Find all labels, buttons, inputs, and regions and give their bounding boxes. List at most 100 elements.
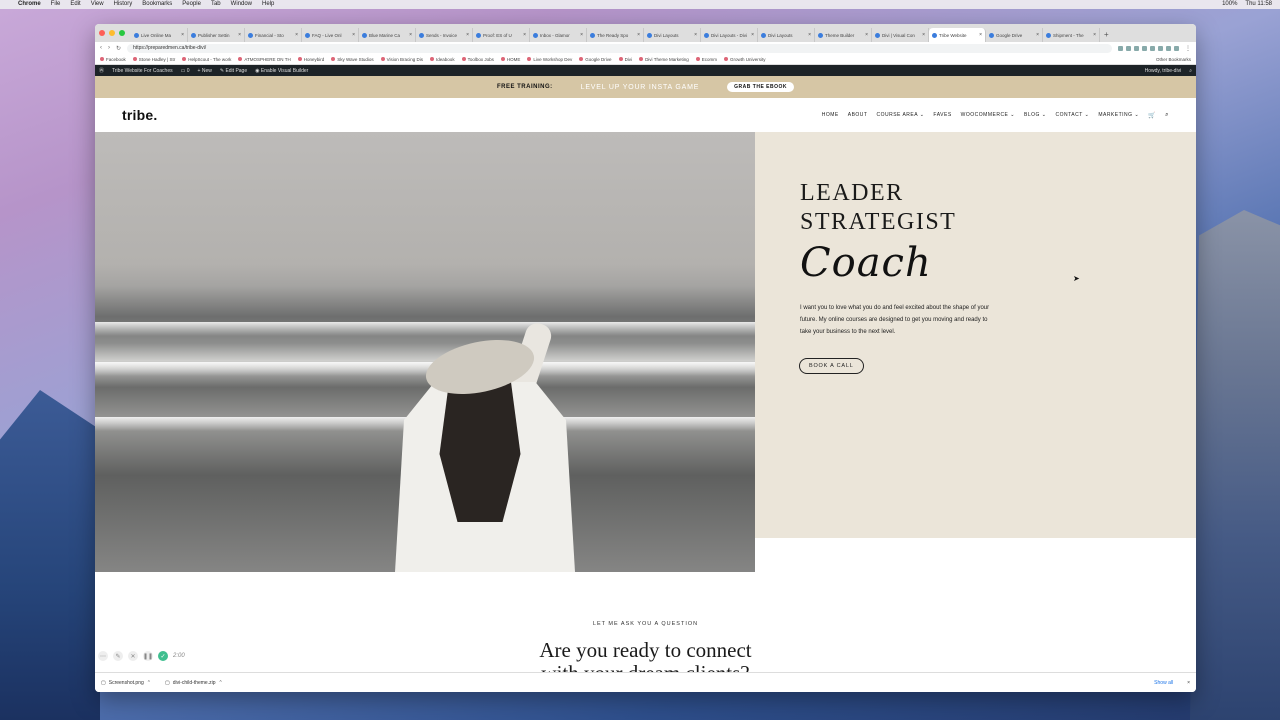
extension-icon[interactable] — [1150, 45, 1155, 51]
bookmark-item[interactable]: Divi Theme Marketing — [639, 57, 689, 62]
more-icon[interactable]: ⋯ — [98, 651, 108, 661]
wp-new[interactable]: + New — [198, 68, 212, 74]
browser-tab[interactable]: Inbox - Glamor × — [530, 28, 587, 42]
search-icon[interactable]: ⌕ — [1165, 112, 1169, 119]
pause-icon[interactable]: ❚❚ — [143, 651, 153, 661]
download-item[interactable]: ▢ Screenshot.png ⌃ — [101, 680, 151, 686]
address-bar[interactable]: https://preparedmen.ca/tribe-divi/ — [127, 43, 1112, 53]
close-downloads-icon[interactable]: × — [1187, 680, 1190, 686]
bookmark-item[interactable]: Live Workshop Dev — [527, 57, 572, 62]
browser-tab[interactable]: Divi Layouts × — [644, 28, 701, 42]
chevron-up-icon[interactable]: ⌃ — [219, 680, 223, 686]
menu-edit[interactable]: Edit — [70, 0, 80, 9]
menu-tab[interactable]: Tab — [211, 0, 221, 9]
close-tab-icon[interactable]: × — [352, 32, 355, 38]
close-window-button[interactable] — [99, 30, 105, 36]
download-item[interactable]: ▢ divi-child-theme.zip ⌃ — [165, 680, 223, 686]
extension-icon[interactable] — [1134, 45, 1139, 51]
wp-visual-builder[interactable]: ◉ Enable Visual Builder — [255, 68, 308, 74]
wp-comments[interactable]: ▭ 0 — [181, 68, 190, 74]
bookmark-item[interactable]: Google Drive — [579, 57, 612, 62]
browser-tab[interactable]: Sends - Invoice × — [416, 28, 473, 42]
nav-faves[interactable]: FAVES — [933, 112, 951, 118]
close-tab-icon[interactable]: × — [181, 32, 184, 38]
search-icon[interactable]: ⌕ — [1189, 68, 1192, 74]
close-tab-icon[interactable]: × — [694, 32, 697, 38]
browser-tab[interactable]: Shipment - The × — [1043, 28, 1100, 42]
draw-icon[interactable]: ✎ — [113, 651, 123, 661]
other-bookmarks[interactable]: Other Bookmarks — [1156, 57, 1191, 62]
wordpress-icon[interactable]: Ⓦ — [99, 67, 104, 74]
browser-tab[interactable]: Divi Layouts × — [758, 28, 815, 42]
browser-tab[interactable]: Financial - Sto × — [245, 28, 302, 42]
browser-tab[interactable]: Proof: ES of U × — [473, 28, 530, 42]
menu-window[interactable]: Window — [231, 0, 252, 9]
browser-tab[interactable]: Publisher Settin × — [188, 28, 245, 42]
new-tab-button[interactable]: + — [1100, 28, 1113, 42]
bookmark-item[interactable]: Growth University — [724, 57, 766, 62]
bookmark-item[interactable]: HelpScout - The work — [182, 57, 231, 62]
nav-course-area[interactable]: COURSE AREA ⌄ — [876, 112, 924, 118]
extension-icon[interactable] — [1126, 45, 1131, 51]
bookmark-item[interactable]: Toolbox Jobs — [461, 57, 494, 62]
cancel-icon[interactable]: ✕ — [128, 651, 138, 661]
wp-howdy[interactable]: Howdy, tribe-divi — [1145, 68, 1182, 74]
chevron-up-icon[interactable]: ⌃ — [147, 680, 151, 686]
bookmark-item[interactable]: Vision Bracing Dis — [380, 57, 423, 62]
extension-icon[interactable] — [1118, 45, 1123, 51]
extension-icon[interactable] — [1142, 45, 1147, 51]
browser-tab[interactable]: Divi Layouts - Divi × — [701, 28, 758, 42]
bookmark-item[interactable]: HOME — [500, 57, 520, 62]
bookmark-item[interactable]: Sky Wave Studios — [331, 57, 374, 62]
menu-people[interactable]: People — [182, 0, 201, 9]
extension-icon[interactable] — [1174, 45, 1179, 51]
menu-app[interactable]: Chrome — [18, 0, 41, 9]
browser-tab-active[interactable]: Tribe Website × — [929, 28, 986, 42]
grab-ebook-button[interactable]: GRAB THE EBOOK — [727, 82, 795, 92]
browser-tab[interactable]: FAQ - Live Onl × — [302, 28, 359, 42]
close-tab-icon[interactable]: × — [1036, 32, 1039, 38]
nav-blog[interactable]: BLOG ⌄ — [1024, 112, 1047, 118]
cart-icon[interactable]: 🛒 — [1148, 112, 1156, 119]
close-tab-icon[interactable]: × — [523, 32, 526, 38]
extension-icon[interactable] — [1158, 45, 1163, 51]
back-icon[interactable]: ‹ — [100, 45, 102, 51]
wp-edit-page[interactable]: ✎ Edit Page — [220, 68, 247, 74]
browser-tab[interactable]: Divi | Visual Con × — [872, 28, 929, 42]
nav-about[interactable]: ABOUT — [848, 112, 868, 118]
close-tab-icon[interactable]: × — [637, 32, 640, 38]
browser-tab[interactable]: The Ready Spo × — [587, 28, 644, 42]
bookmark-item[interactable]: ATMOSPHERE ON TH — [238, 57, 291, 62]
book-call-button[interactable]: BOOK A CALL — [799, 358, 864, 374]
menu-history[interactable]: History — [114, 0, 133, 9]
bookmark-item[interactable]: Stone Hadley | Str — [132, 57, 175, 62]
close-tab-icon[interactable]: × — [466, 32, 469, 38]
close-tab-icon[interactable]: × — [238, 32, 241, 38]
done-check-icon[interactable]: ✓ — [158, 651, 168, 661]
close-tab-icon[interactable]: × — [751, 32, 754, 38]
close-tab-icon[interactable]: × — [922, 32, 925, 38]
close-tab-icon[interactable]: × — [979, 32, 982, 38]
bookmark-item[interactable]: Ecomm — [695, 57, 717, 62]
close-tab-icon[interactable]: × — [1093, 32, 1096, 38]
bookmark-item[interactable]: Ideabook — [430, 57, 455, 62]
menu-view[interactable]: View — [91, 0, 104, 9]
close-tab-icon[interactable]: × — [295, 32, 298, 38]
browser-tab[interactable]: Blue Marine Ca × — [359, 28, 416, 42]
minimize-window-button[interactable] — [109, 30, 115, 36]
close-tab-icon[interactable]: × — [808, 32, 811, 38]
bookmark-item[interactable]: Honeybird — [297, 57, 324, 62]
menu-file[interactable]: File — [51, 0, 61, 9]
reload-icon[interactable]: ↻ — [116, 45, 121, 52]
bookmark-item[interactable]: Facebook — [100, 57, 126, 62]
extension-icon[interactable] — [1166, 45, 1171, 51]
close-tab-icon[interactable]: × — [580, 32, 583, 38]
browser-tab[interactable]: Google Drive × — [986, 28, 1043, 42]
menu-bookmarks[interactable]: Bookmarks — [142, 0, 172, 9]
zoom-window-button[interactable] — [119, 30, 125, 36]
nav-contact[interactable]: CONTACT ⌄ — [1056, 112, 1090, 118]
browser-menu-icon[interactable]: ⋮ — [1185, 45, 1191, 52]
nav-home[interactable]: HOME — [822, 112, 839, 118]
browser-tab[interactable]: Theme Builder × — [815, 28, 872, 42]
bookmark-item[interactable]: Divi — [618, 57, 632, 62]
